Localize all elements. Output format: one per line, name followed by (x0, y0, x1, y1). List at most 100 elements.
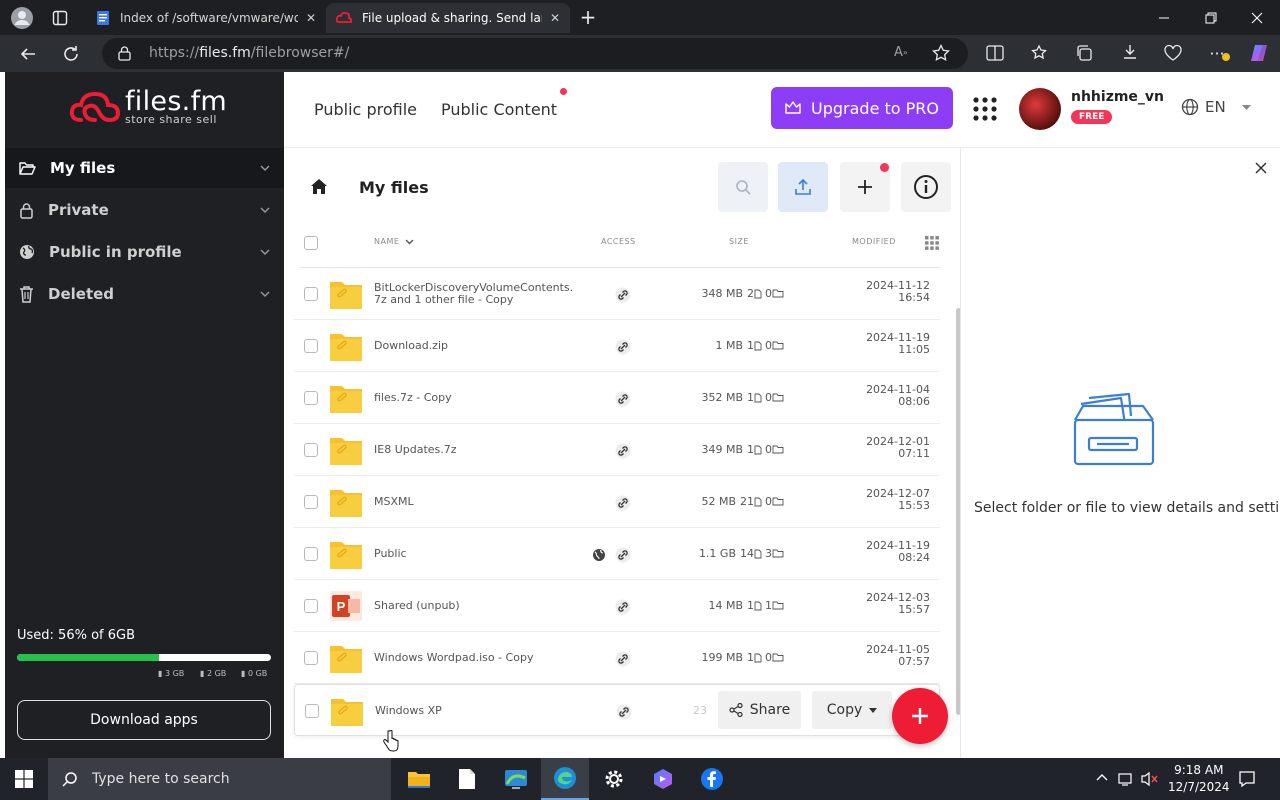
restore-icon[interactable] (1188, 0, 1234, 35)
sidebar-item-private[interactable]: Private (5, 190, 284, 230)
avatar[interactable] (1019, 88, 1061, 130)
split-screen-icon[interactable] (985, 43, 1005, 63)
powerpoint-file-icon[interactable]: P (329, 590, 363, 622)
file-name[interactable]: Windows XP (375, 705, 442, 717)
folder-icon[interactable] (329, 642, 363, 674)
table-row[interactable]: Download.zip 1 MB 1 0 2024-11-19 11:05 (294, 320, 940, 372)
column-header-size[interactable]: SIZE (729, 237, 749, 246)
share-link-icon[interactable] (615, 287, 631, 303)
row-checkbox[interactable] (304, 287, 318, 301)
settings-more-icon[interactable]: ··· (1206, 43, 1230, 63)
copilot-icon[interactable] (1248, 42, 1270, 64)
app-icon[interactable] (492, 758, 540, 800)
file-name[interactable]: BitLockerDiscoveryVolumeContents. 7z and… (374, 282, 573, 306)
public-content-link[interactable]: Public Content (441, 100, 557, 119)
table-row[interactable]: P Shared (unpub) 14 MB 1 1 2024-12-03 15:57 (294, 580, 940, 632)
grid-view-icon[interactable] (925, 236, 939, 250)
share-link-icon[interactable] (615, 339, 631, 355)
facebook-icon[interactable] (688, 758, 736, 800)
row-checkbox[interactable] (304, 339, 318, 353)
share-link-icon[interactable] (615, 391, 631, 407)
downloads-icon[interactable] (1120, 42, 1140, 62)
search-button[interactable] (718, 162, 768, 212)
lock-icon[interactable] (118, 46, 131, 61)
row-checkbox[interactable] (305, 704, 319, 718)
close-tab-icon[interactable]: ✕ (550, 11, 560, 25)
url-field[interactable]: https://files.fm/filebrowser#/ A» (102, 38, 968, 69)
reload-icon[interactable] (60, 43, 82, 65)
volume-muted-icon[interactable] (1141, 771, 1159, 787)
windows-start-icon[interactable] (0, 758, 48, 800)
taskbar-search-input[interactable]: Type here to search (48, 758, 391, 800)
row-checkbox[interactable] (304, 651, 318, 665)
file-name[interactable]: Download.zip (374, 340, 448, 352)
collections-icon[interactable] (1074, 43, 1094, 63)
column-header-access[interactable]: ACCESS (601, 237, 636, 246)
copilot-icon[interactable] (639, 758, 687, 800)
back-icon[interactable] (17, 43, 39, 65)
folder-icon[interactable] (329, 486, 363, 518)
tab-index-vmware[interactable]: Index of /software/vmware/works ✕ (86, 3, 326, 33)
favorites-icon[interactable] (1030, 43, 1050, 63)
column-header-modified[interactable]: MODIFIED (852, 237, 896, 246)
close-tab-icon[interactable]: ✕ (306, 11, 316, 25)
folder-icon[interactable] (329, 538, 363, 570)
system-clock[interactable]: 9:18 AM 12/7/2024 (1168, 762, 1230, 796)
settings-gear-icon[interactable] (590, 758, 638, 800)
folder-icon[interactable] (329, 330, 363, 362)
table-row[interactable]: files.7z - Copy 352 MB 1 0 2024-11-04 08:06 (294, 372, 940, 424)
table-row[interactable]: Public 1.1 GB 14 3 2024-11-19 08:24 (294, 528, 940, 580)
tab-actions-icon[interactable] (48, 6, 72, 30)
read-aloud-icon[interactable]: A» (894, 45, 908, 60)
file-name[interactable]: Shared (unpub) (374, 600, 460, 612)
row-checkbox[interactable] (304, 599, 318, 613)
folder-icon[interactable] (329, 278, 363, 310)
upgrade-to-pro-button[interactable]: Upgrade to PRO (771, 87, 953, 129)
table-row[interactable]: Windows XP 23 Share Copy (294, 684, 940, 736)
apps-grid-icon[interactable] (973, 97, 997, 121)
edge-browser-icon[interactable] (541, 758, 589, 800)
row-checkbox[interactable] (304, 495, 318, 509)
favorite-star-icon[interactable] (932, 44, 950, 62)
sidebar-item-my-files[interactable]: My files (5, 148, 284, 188)
file-name[interactable]: IE8 Updates.7z (374, 444, 457, 456)
files-fm-logo[interactable]: files.fm store share sell (69, 88, 227, 126)
share-link-icon[interactable] (615, 443, 631, 459)
info-button[interactable] (901, 162, 951, 212)
browser-essentials-icon[interactable] (1162, 43, 1184, 63)
row-checkbox[interactable] (304, 391, 318, 405)
new-tab-icon[interactable]: + (577, 5, 599, 29)
language-selector[interactable]: EN (1181, 98, 1251, 116)
file-explorer-icon[interactable] (395, 758, 443, 800)
row-checkbox[interactable] (304, 443, 318, 457)
username[interactable]: nhhizme_vn (1071, 89, 1164, 105)
fab-add-button[interactable] (892, 688, 948, 744)
public-profile-link[interactable]: Public profile (314, 100, 417, 119)
table-row[interactable]: MSXML 52 MB 21 0 2024-12-07 15:53 (294, 476, 940, 528)
table-row[interactable]: BitLockerDiscoveryVolumeContents. 7z and… (294, 268, 940, 320)
sidebar-item-deleted[interactable]: Deleted (5, 274, 284, 314)
file-name[interactable]: MSXML (374, 496, 414, 508)
share-link-icon[interactable] (615, 599, 631, 615)
show-hidden-icons-icon[interactable] (1096, 773, 1108, 781)
home-icon[interactable] (310, 178, 328, 195)
upload-button[interactable] (778, 162, 828, 212)
network-icon[interactable] (1118, 771, 1136, 787)
row-checkbox[interactable] (304, 547, 318, 561)
share-button[interactable]: Share (718, 691, 801, 729)
share-link-icon[interactable] (615, 547, 631, 563)
folder-icon[interactable] (329, 382, 363, 414)
share-link-icon[interactable] (615, 495, 631, 511)
column-header-name[interactable]: NAME (374, 237, 414, 246)
notifications-icon[interactable] (1238, 770, 1256, 788)
sidebar-item-public-in-profile[interactable]: Public in profile (5, 232, 284, 272)
profile-icon[interactable] (9, 5, 35, 31)
file-name[interactable]: Windows Wordpad.iso - Copy (374, 652, 533, 664)
table-row[interactable]: Windows Wordpad.iso - Copy 199 MB 1 0 2024-1… (294, 632, 940, 684)
copy-dropdown-button[interactable]: Copy (812, 691, 892, 729)
share-link-icon[interactable] (615, 651, 631, 667)
close-window-icon[interactable] (1234, 0, 1280, 35)
minimize-icon[interactable] (1141, 0, 1187, 35)
notepad-icon[interactable] (443, 758, 491, 800)
tab-files-fm[interactable]: File upload & sharing. Send large ✕ (326, 3, 570, 33)
